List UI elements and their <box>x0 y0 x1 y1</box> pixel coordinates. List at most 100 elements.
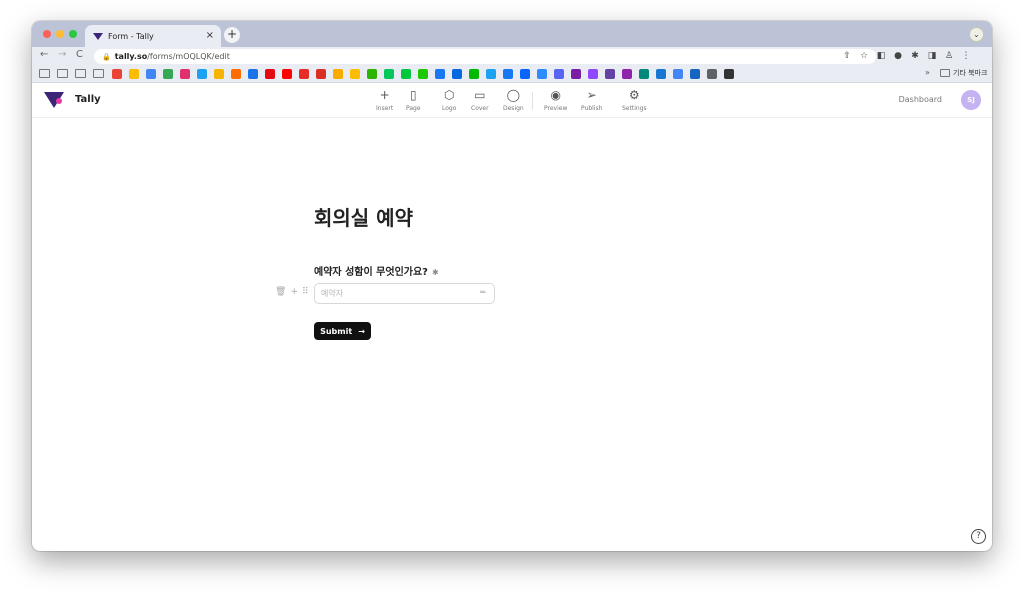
share-icon[interactable]: ⇧ <box>842 51 852 61</box>
toolbar-cover-label: Cover <box>471 105 489 112</box>
add-block-icon[interactable]: + <box>290 287 298 297</box>
toolbar-design-button[interactable]: ◯ Design <box>503 88 524 112</box>
bookmark-favicon-icon[interactable] <box>163 69 173 79</box>
folder-icon <box>940 69 950 77</box>
toolbar-insert-label: Insert <box>376 105 394 112</box>
bookmark-favicon-icon[interactable] <box>452 69 462 79</box>
reload-button[interactable]: C <box>76 49 83 60</box>
bookmark-favicon-icon[interactable] <box>112 69 122 79</box>
bookmark-favicon-icon[interactable] <box>724 69 734 79</box>
bookmark-favicon-icon[interactable] <box>622 69 632 79</box>
answer-input[interactable] <box>314 283 495 304</box>
new-tab-button[interactable]: + <box>224 27 240 43</box>
avatar[interactable]: SJ <box>961 90 981 110</box>
bookmark-favicon-icon[interactable] <box>384 69 394 79</box>
toolbar-cover-button[interactable]: ▭ Cover <box>471 88 489 112</box>
bookmark-favicon-icon[interactable] <box>299 69 309 79</box>
form-title[interactable]: 회의실 예약 <box>314 202 413 231</box>
bookmark-star-icon[interactable]: ☆ <box>859 51 869 61</box>
bookmark-favicon-icon[interactable] <box>537 69 547 79</box>
bookmark-favicon-icon[interactable] <box>469 69 479 79</box>
app-header: Tally + Insert ▯ Page ⬡ Logo ▭ Cover ◯ Design ◉ Pre… <box>32 83 992 118</box>
lock-icon: 🔒 <box>102 53 111 61</box>
profile-icon[interactable]: ♙ <box>944 51 954 61</box>
bookmark-favicon-icon[interactable] <box>248 69 258 79</box>
bookmark-favicon-icon[interactable] <box>690 69 700 79</box>
other-bookmarks-folder[interactable]: 기타 북마크 <box>940 68 987 78</box>
question-text: 예약자 성함이 무엇인가요? <box>314 267 428 278</box>
tab-form-tally[interactable]: Form - Tally × <box>85 25 221 47</box>
bookmark-favicon-icon[interactable] <box>282 69 292 79</box>
drop-icon: ◯ <box>506 88 521 102</box>
required-icon: ✱ <box>431 267 439 277</box>
extension-icon[interactable]: ● <box>893 51 903 61</box>
send-icon: ➢ <box>586 88 597 102</box>
sidepanel-icon[interactable]: ◨ <box>927 51 937 61</box>
plus-icon: + <box>379 88 390 102</box>
input-options-icon[interactable]: ═ <box>480 288 485 298</box>
question-label[interactable]: 예약자 성함이 무엇인가요? ✱ <box>314 263 439 278</box>
url-input[interactable]: 🔒 tally.so/forms/mOQLQK/edit <box>94 49 876 64</box>
bookmark-favicon-icon[interactable] <box>673 69 683 79</box>
bookmark-folder-icon[interactable] <box>39 69 50 78</box>
bookmark-favicon-icon[interactable] <box>231 69 241 79</box>
bookmark-favicon-icon[interactable] <box>435 69 445 79</box>
toolbar-preview-button[interactable]: ◉ Preview <box>544 88 567 112</box>
forward-button[interactable]: → <box>58 49 66 60</box>
bookmark-favicon-icon[interactable] <box>656 69 666 79</box>
address-bar-row: ← → C 🔒 tally.so/forms/mOQLQK/edit ⇧ ☆ ◧ ● ✱ ◨… <box>32 47 992 66</box>
bookmark-favicon-icon[interactable] <box>367 69 377 79</box>
toolbar-publish-button[interactable]: ➢ Publish <box>581 88 602 112</box>
trash-icon[interactable]: 🗑 <box>275 287 286 297</box>
bookmark-favicon-icon[interactable] <box>707 69 717 79</box>
bookmark-favicon-icon[interactable] <box>503 69 513 79</box>
bookmark-favicon-icon[interactable] <box>486 69 496 79</box>
bookmark-favicon-icon[interactable] <box>520 69 530 79</box>
submit-button[interactable]: Submit → <box>314 322 371 340</box>
extension-icon[interactable]: ◧ <box>876 51 886 61</box>
bookmark-favicon-icon[interactable] <box>197 69 207 79</box>
help-button[interactable]: ? <box>971 529 986 544</box>
bookmark-folder-icon[interactable] <box>75 69 86 78</box>
maximize-window-button[interactable] <box>69 30 77 38</box>
bookmark-favicon-icon[interactable] <box>639 69 649 79</box>
toolbar-insert-button[interactable]: + Insert <box>376 88 393 112</box>
bookmark-favicon-icon[interactable] <box>605 69 615 79</box>
bookmark-favicon-icon[interactable] <box>265 69 275 79</box>
back-button[interactable]: ← <box>40 49 48 60</box>
bookmark-favicon-icon[interactable] <box>214 69 224 79</box>
bookmark-favicon-icon[interactable] <box>180 69 190 79</box>
close-window-button[interactable] <box>43 30 51 38</box>
bookmark-favicon-icon[interactable] <box>146 69 156 79</box>
bookmark-favicon-icon[interactable] <box>588 69 598 79</box>
tally-favicon-icon <box>93 32 103 40</box>
menu-icon[interactable]: ⋮ <box>961 51 971 61</box>
drag-handle-icon[interactable]: ⠿ <box>302 287 309 297</box>
toolbar-logo-button[interactable]: ⬡ Logo <box>442 88 456 112</box>
toolbar-logo-label: Logo <box>442 105 457 112</box>
puzzle-icon[interactable]: ✱ <box>910 51 920 61</box>
toolbar-publish-label: Publish <box>581 105 603 112</box>
bookmark-favicon-icon[interactable] <box>554 69 564 79</box>
bookmark-folder-icon[interactable] <box>57 69 68 78</box>
toolbar-design-label: Design <box>503 105 524 112</box>
url-domain: tally.so <box>114 52 148 61</box>
tab-search-button[interactable]: ⌄ <box>969 27 984 42</box>
toolbar-settings-button[interactable]: ⚙ Settings <box>622 88 647 112</box>
bookmark-favicon-icon[interactable] <box>350 69 360 79</box>
bookmark-favicon-icon[interactable] <box>333 69 343 79</box>
bookmark-favicon-icon[interactable] <box>571 69 581 79</box>
bookmark-favicon-icon[interactable] <box>129 69 139 79</box>
bookmarks-overflow-button[interactable]: » <box>925 68 930 77</box>
tab-close-icon[interactable]: × <box>206 30 214 41</box>
minimize-window-button[interactable] <box>56 30 64 38</box>
bookmark-folder-icon[interactable] <box>93 69 104 78</box>
bookmark-favicon-icon[interactable] <box>418 69 428 79</box>
toolbar-page-button[interactable]: ▯ Page <box>406 88 421 112</box>
page-icon: ▯ <box>409 88 417 102</box>
dashboard-link[interactable]: Dashboard <box>899 95 942 104</box>
toolbar-preview-label: Preview <box>544 105 568 112</box>
bookmark-favicon-icon[interactable] <box>316 69 326 79</box>
hexagon-icon: ⬡ <box>443 88 455 102</box>
bookmark-favicon-icon[interactable] <box>401 69 411 79</box>
